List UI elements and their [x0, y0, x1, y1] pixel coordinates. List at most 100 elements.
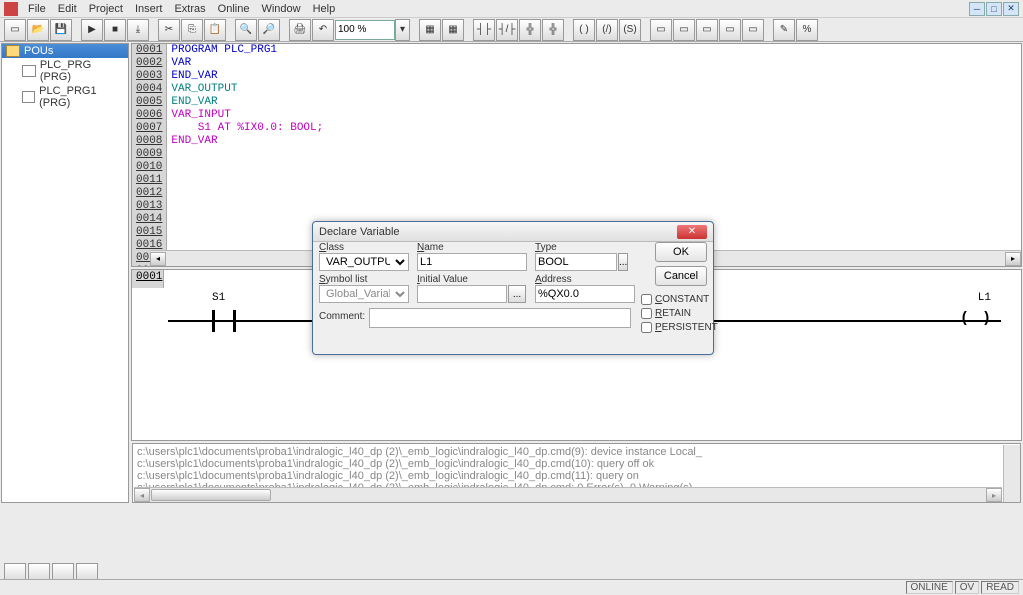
class-label: CClasslass — [319, 242, 411, 253]
tb-find-icon[interactable]: 🔍 — [235, 19, 257, 41]
tb-new-icon[interactable]: ▭ — [4, 19, 26, 41]
close-button[interactable]: ✕ — [1003, 2, 1019, 16]
tree-root-pous[interactable]: POUs — [2, 44, 128, 58]
tb-ld-network-icon[interactable]: ▦ — [419, 19, 441, 41]
initial-browse-button[interactable]: ... — [508, 285, 526, 303]
type-browse-button[interactable]: ... — [618, 253, 628, 271]
folder-icon — [6, 45, 20, 57]
scroll-left-icon[interactable]: ◂ — [150, 252, 166, 266]
menu-help[interactable]: Help — [307, 3, 342, 15]
tb-misc2-icon[interactable]: % — [796, 19, 818, 41]
msg-vscrollbar[interactable] — [1003, 445, 1020, 502]
ladder-coil[interactable]: ( ) — [960, 310, 993, 327]
status-ov: OV — [955, 581, 979, 594]
tb-box3-icon[interactable]: ▭ — [696, 19, 718, 41]
zoom-combo[interactable] — [335, 20, 395, 40]
tb-coil-neg-icon[interactable]: (/) — [596, 19, 618, 41]
maximize-button[interactable]: □ — [986, 2, 1002, 16]
rung-number: 0001 — [132, 270, 164, 288]
ladder-contact[interactable] — [212, 306, 236, 334]
coil-label: L1 — [978, 292, 991, 304]
tb-coil-icon[interactable]: ( ) — [573, 19, 595, 41]
initial-label: Initial Value — [417, 274, 529, 285]
name-label: Name — [417, 242, 529, 253]
menubar: File Edit Project Insert Extras Online W… — [0, 0, 1023, 18]
address-label: Address — [535, 274, 635, 285]
tb-open-icon[interactable]: 📂 — [27, 19, 49, 41]
status-online: ONLINE — [906, 581, 953, 594]
scroll-right-icon[interactable]: ▸ — [1005, 252, 1021, 266]
tree-item-plcprg[interactable]: PLC_PRG (PRG) — [2, 58, 128, 84]
tb-box4-icon[interactable]: ▭ — [719, 19, 741, 41]
menu-edit[interactable]: Edit — [52, 3, 83, 15]
project-tree: POUs PLC_PRG (PRG) PLC_PRG1 (PRG) — [1, 43, 129, 503]
menu-extras[interactable]: Extras — [168, 3, 211, 15]
minimize-button[interactable]: ─ — [969, 2, 985, 16]
tb-findnext-icon[interactable]: 🔎 — [258, 19, 280, 41]
tree-item-plcprg1[interactable]: PLC_PRG1 (PRG) — [2, 84, 128, 110]
dialog-title: Declare Variable — [319, 226, 400, 238]
scroll-thumb[interactable] — [151, 489, 271, 501]
type-input[interactable] — [535, 253, 617, 271]
tb-copy-icon[interactable]: ⎘ — [181, 19, 203, 41]
class-combo[interactable]: VAR_OUTPUT — [319, 253, 409, 271]
scroll-left-icon[interactable]: ◂ — [134, 488, 150, 502]
tree-item-label: PLC_PRG (PRG) — [40, 59, 124, 83]
symbol-label: Symbol list — [319, 274, 411, 285]
app-icon — [4, 2, 18, 16]
tree-item-label: PLC_PRG1 (PRG) — [39, 85, 124, 109]
menu-project[interactable]: Project — [83, 3, 129, 15]
tb-contact-icon[interactable]: ┤├ — [473, 19, 495, 41]
comment-label: Comment: — [319, 311, 365, 322]
address-input[interactable] — [535, 285, 635, 303]
tb-ld-network2-icon[interactable]: ▦ — [442, 19, 464, 41]
retain-checkbox[interactable]: RETAIN — [641, 306, 707, 320]
symbol-combo[interactable]: Global_Variables — [319, 285, 409, 303]
name-input[interactable] — [417, 253, 527, 271]
zoom-dropdown-icon[interactable]: ▾ — [395, 19, 410, 41]
msg-line: c:\users\plc1\documents\proba1\indralogi… — [137, 446, 1016, 458]
pou-icon — [22, 91, 35, 103]
initial-input[interactable] — [417, 285, 507, 303]
tb-box-icon[interactable]: ▭ — [650, 19, 672, 41]
tb-step-icon[interactable]: ⤓ — [127, 19, 149, 41]
comment-input[interactable] — [369, 308, 631, 328]
pou-icon — [22, 65, 36, 77]
dialog-close-button[interactable]: ✕ — [677, 225, 707, 239]
statusbar: ONLINE OV READ — [0, 579, 1023, 595]
tb-cut-icon[interactable]: ✂ — [158, 19, 180, 41]
tb-box2-icon[interactable]: ▭ — [673, 19, 695, 41]
constant-checkbox[interactable]: CONSTANT — [641, 292, 707, 306]
scroll-right-icon[interactable]: ▸ — [986, 488, 1002, 502]
cancel-button[interactable]: Cancel — [655, 266, 707, 286]
menu-window[interactable]: Window — [255, 3, 306, 15]
tb-coil-set-icon[interactable]: (S) — [619, 19, 641, 41]
tb-run-icon[interactable]: ▶ — [81, 19, 103, 41]
persistent-checkbox[interactable]: PERSISTENT — [641, 320, 707, 334]
msg-line: c:\users\plc1\documents\proba1\indralogi… — [137, 470, 1016, 482]
tb-paste-icon[interactable]: 📋 — [204, 19, 226, 41]
tb-box5-icon[interactable]: ▭ — [742, 19, 764, 41]
type-label: Type — [535, 242, 627, 253]
status-read: READ — [981, 581, 1019, 594]
menu-insert[interactable]: Insert — [129, 3, 169, 15]
menu-file[interactable]: File — [22, 3, 52, 15]
window-controls: ─ □ ✕ — [969, 2, 1019, 16]
tb-parallel-icon[interactable]: ╬ — [519, 19, 541, 41]
tb-parallel2-icon[interactable]: ╬ — [542, 19, 564, 41]
tb-undo-icon[interactable]: ↶ — [312, 19, 334, 41]
declare-variable-dialog: Declare Variable ✕ CClasslass VAR_OUTPUT… — [312, 221, 714, 355]
tb-contact-neg-icon[interactable]: ┤/├ — [496, 19, 518, 41]
tb-save-icon[interactable]: 💾 — [50, 19, 72, 41]
toolbar: ▭ 📂 💾 ▶ ■ ⤓ ✂ ⎘ 📋 🔍 🔎 🖨 ↶ ▾ ▦ ▦ ┤├ ┤/├ ╬… — [0, 18, 1023, 42]
line-gutter: 0001000200030004000500060007000800090010… — [132, 44, 167, 266]
tb-misc1-icon[interactable]: ✎ — [773, 19, 795, 41]
ok-button[interactable]: OK — [655, 242, 707, 262]
tb-stop-icon[interactable]: ■ — [104, 19, 126, 41]
menu-online[interactable]: Online — [212, 3, 256, 15]
tree-root-label: POUs — [24, 45, 53, 57]
message-panel: c:\users\plc1\documents\proba1\indralogi… — [132, 443, 1021, 503]
tb-print-icon[interactable]: 🖨 — [289, 19, 311, 41]
dialog-titlebar[interactable]: Declare Variable ✕ — [313, 222, 713, 242]
msg-hscrollbar[interactable]: ◂ ▸ — [134, 487, 1002, 502]
